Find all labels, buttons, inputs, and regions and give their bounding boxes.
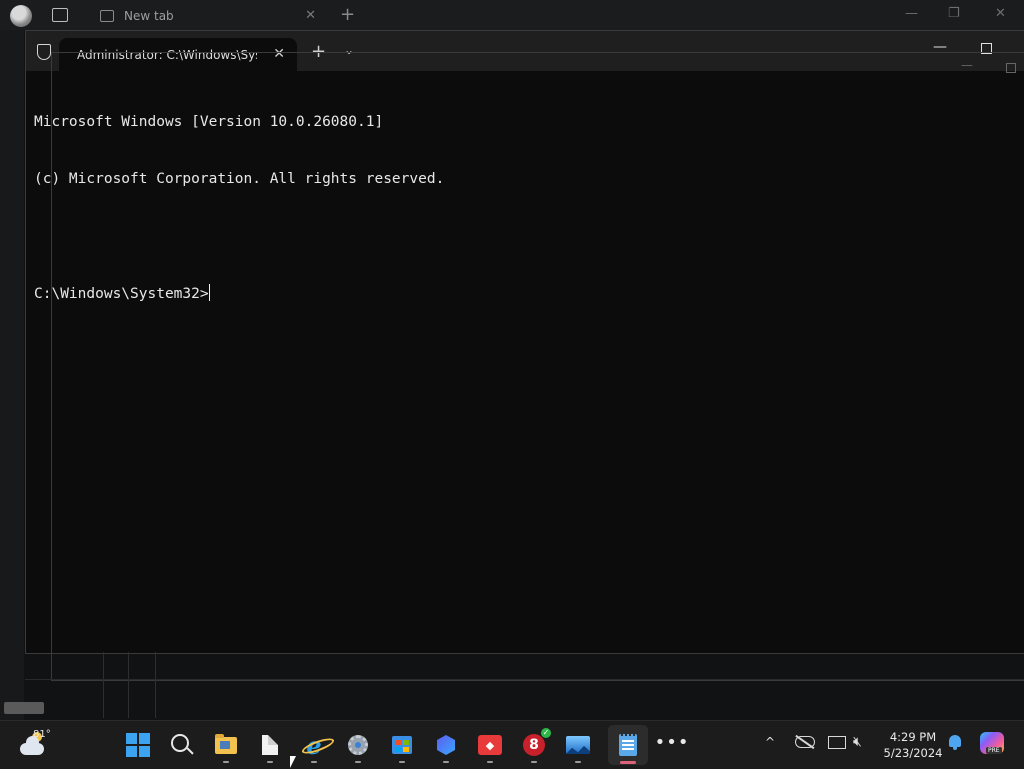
microsoft-store-button[interactable] [388, 731, 416, 759]
horizontal-scrollbar-thumb[interactable] [4, 702, 44, 714]
terminal-profile-dropdown-icon[interactable]: ⌄ [344, 43, 354, 57]
internet-explorer-button[interactable]: e [300, 730, 328, 760]
window-edge-line [128, 652, 129, 718]
terminal-tab-close-icon[interactable]: ✕ [273, 46, 285, 62]
browser-tab-title: New tab [124, 9, 174, 23]
browser-restore-button[interactable]: ❐ [948, 6, 960, 21]
terminal-tab-admin[interactable]: Administrator: C:\Windows\Syst ✕ [59, 38, 297, 71]
terminal-minimize-button[interactable]: — [933, 39, 947, 55]
clock-date: 5/23/2024 [883, 746, 943, 760]
windows-logo-icon [126, 733, 150, 757]
console-prompt-line[interactable]: C:\Windows\System32> [34, 284, 444, 303]
window-edge-line [103, 652, 104, 718]
console-prompt: C:\Windows\System32> [34, 286, 209, 302]
clipchamp-button[interactable] [432, 731, 460, 759]
running-indicator [443, 761, 449, 763]
ghost-maximize-icon [1006, 63, 1016, 73]
mouse-pointer-icon [290, 756, 296, 768]
running-indicator [399, 761, 405, 763]
settings-icon [348, 735, 368, 755]
browser-side-panel [0, 30, 24, 720]
console-line: (c) Microsoft Corporation. All rights re… [34, 171, 445, 187]
search-icon [171, 734, 189, 752]
running-indicator [311, 761, 317, 763]
new-tab-favicon-icon [100, 10, 114, 22]
clipchamp-icon [437, 735, 455, 755]
more-apps-button[interactable]: ••• [655, 731, 689, 759]
photos-button[interactable] [564, 731, 592, 759]
browser-minimize-button[interactable]: — [905, 6, 918, 21]
taskbar: 81° e ◆ 8 ••• [0, 720, 1024, 769]
running-indicator [575, 761, 581, 763]
window-edge-line [25, 679, 1024, 680]
running-indicator [223, 761, 229, 763]
copilot-preview-badge: PRE [986, 747, 1002, 754]
show-hidden-icons-chevron-icon[interactable]: ^ [765, 735, 775, 749]
document-app-button[interactable] [256, 731, 284, 759]
browser-new-tab-button[interactable]: + [340, 4, 355, 25]
browser-tab-close-icon[interactable]: ✕ [305, 8, 316, 23]
microsoft-store-icon [392, 736, 412, 754]
more-apps-icon: ••• [654, 731, 690, 753]
file-explorer-button[interactable] [212, 731, 240, 759]
search-button[interactable] [168, 731, 196, 759]
active-indicator [620, 761, 636, 764]
ghost-minimize-icon: — [961, 58, 973, 72]
terminal-new-tab-button[interactable]: + [311, 41, 326, 62]
clock-time: 4:29 PM [889, 730, 937, 744]
terminal-tab-title: Administrator: C:\Windows\Syst [77, 47, 257, 62]
speaker-muted-icon[interactable]: 🔇︎ [853, 734, 862, 750]
browser-close-button[interactable]: ✕ [995, 6, 1006, 21]
system-clock[interactable]: 4:29 PM 5/23/2024 [882, 729, 944, 761]
weather-widget[interactable]: 81° [18, 729, 68, 763]
settings-button[interactable] [344, 731, 372, 759]
console-output[interactable]: Microsoft Windows [Version 10.0.26080.1]… [34, 75, 444, 322]
notification-bell-icon[interactable] [949, 735, 961, 750]
terminal-maximize-button[interactable] [981, 43, 992, 54]
shield-icon [37, 44, 51, 60]
security-app-icon: 8 [523, 728, 551, 756]
notepad-icon [619, 733, 637, 756]
weather-temperature: 81° [33, 729, 51, 740]
security-app-button[interactable]: 8 [520, 728, 551, 759]
file-explorer-icon [215, 733, 237, 754]
onedrive-offline-icon[interactable] [795, 736, 815, 748]
browser-tab-strip: New tab ✕ + — ❐ ✕ [0, 0, 1024, 30]
running-indicator [531, 761, 537, 763]
running-indicator [487, 761, 493, 763]
window-edge-line [155, 652, 156, 718]
running-indicator [355, 761, 361, 763]
text-cursor [208, 284, 211, 301]
network-display-icon[interactable] [828, 736, 846, 749]
profile-avatar-icon[interactable] [10, 5, 32, 27]
console-line: Microsoft Windows [Version 10.0.26080.1] [34, 114, 384, 130]
anydesk-icon: ◆ [478, 735, 502, 755]
tab-actions-icon[interactable] [52, 8, 68, 22]
terminal-title-bar[interactable]: Administrator: C:\Windows\Syst ✕ + ⌄ — [26, 31, 1024, 71]
anydesk-button[interactable]: ◆ [476, 731, 504, 759]
document-icon [262, 735, 278, 755]
start-button[interactable] [124, 731, 152, 759]
partly-cloudy-icon [20, 736, 44, 755]
notepad-button[interactable] [614, 731, 642, 759]
browser-tab-new-tab[interactable]: New tab ✕ [90, 3, 326, 29]
photos-icon [566, 736, 590, 754]
running-indicator [267, 761, 273, 763]
internet-explorer-icon: e [306, 730, 322, 760]
